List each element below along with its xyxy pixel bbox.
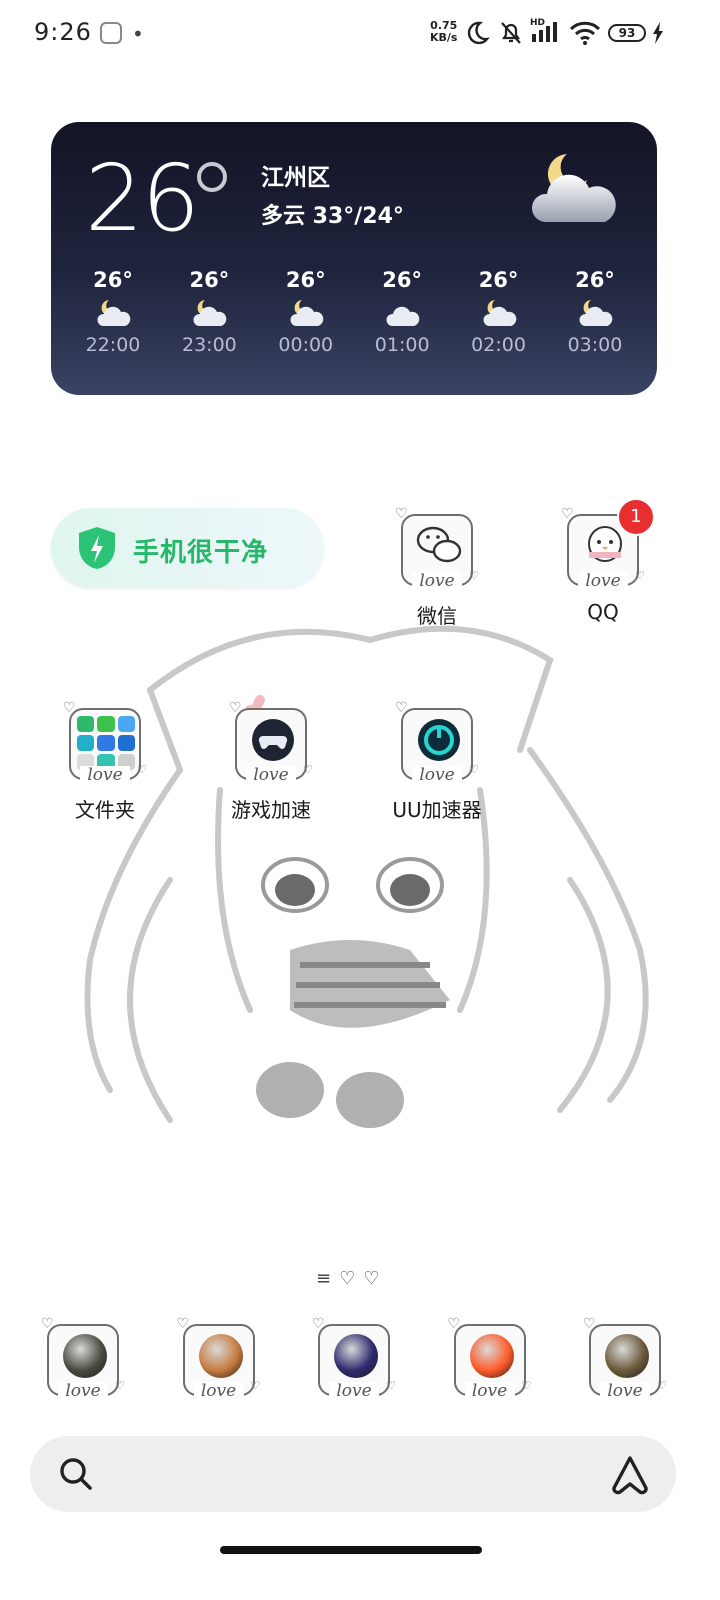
ai-assistant-icon[interactable]	[608, 1452, 652, 1496]
partly-cloudy-night-icon	[161, 292, 257, 334]
dock-app-3[interactable]: ♡ ♡ love	[299, 1316, 409, 1401]
current-temperature: 26	[85, 145, 200, 252]
menu-icon: ≡	[316, 1268, 340, 1289]
app-folder[interactable]: ♡ ♡ love 文件夹	[50, 700, 160, 823]
app-icon-frame: ♡ ♡ love	[41, 1316, 125, 1401]
network-speed: 0.75 KB/s	[430, 19, 458, 44]
app-icon-frame: ♡ ♡ love	[395, 700, 479, 785]
cloud-icon	[354, 292, 450, 334]
wifi-icon	[569, 21, 601, 45]
app-icon-frame: ♡ ♡ love 1	[561, 498, 655, 590]
more-notifications-dot: •	[132, 22, 144, 46]
dont-starve-icon	[198, 1334, 243, 1378]
notification-badge: 1	[617, 498, 655, 536]
hourly-temp: 26°	[189, 268, 230, 292]
weather-location: 江州区	[261, 165, 330, 191]
shield-icon	[79, 527, 115, 569]
soldier-game-icon	[63, 1334, 107, 1378]
partly-cloudy-night-icon	[65, 292, 161, 334]
uu-power-icon	[418, 719, 460, 761]
cube-game-icon	[334, 1334, 378, 1378]
app-icon-frame: ♡ ♡ love	[229, 700, 313, 785]
kuaishou-icon	[469, 1334, 514, 1378]
partly-cloudy-night-icon	[451, 292, 547, 334]
app-icon-frame: ♡ ♡ love	[312, 1316, 396, 1401]
cell-signal-icon: HD	[530, 18, 564, 44]
battle-game-icon	[605, 1334, 649, 1378]
hourly-temp: 26°	[285, 268, 326, 292]
hourly-time: 02:00	[471, 334, 526, 356]
notification-app-icon	[100, 22, 122, 44]
hourly-item: 26° 03:00	[547, 268, 643, 356]
app-label: UU加速器	[392, 798, 482, 822]
hourly-item: 26° 02:00	[451, 268, 547, 356]
hourly-item: 26° 22:00	[65, 268, 161, 356]
app-icon-frame: ♡ ♡ love	[395, 506, 479, 591]
battery-indicator: 93	[608, 24, 646, 42]
wechat-icon	[416, 526, 462, 563]
app-label: 游戏加速	[231, 798, 311, 822]
status-bar: 9:26 • 0.75 KB/s HD 93	[0, 0, 720, 64]
hourly-time: 03:00	[567, 334, 623, 356]
partly-cloudy-night-icon	[547, 292, 643, 334]
degree-symbol	[197, 162, 227, 192]
hourly-item: 26° 23:00	[161, 268, 257, 356]
hourly-time: 23:00	[182, 334, 237, 356]
dock-app-1[interactable]: ♡ ♡ love	[28, 1316, 138, 1401]
app-wechat[interactable]: ♡ ♡ love 微信	[382, 506, 492, 629]
home-gesture-bar[interactable]	[220, 1546, 482, 1554]
hourly-time: 01:00	[374, 334, 430, 356]
app-uu-accelerator[interactable]: ♡ ♡ love UU加速器	[382, 700, 492, 823]
clean-status-label: 手机很干净	[133, 538, 269, 568]
weather-description: 多云 33°/24°	[261, 204, 404, 229]
hourly-temp: 26°	[575, 268, 615, 292]
hourly-temp: 26°	[478, 268, 519, 292]
app-game-boost[interactable]: ♡ ♡ love 游戏加速	[216, 700, 326, 823]
app-qq[interactable]: ♡ ♡ love 1 QQ	[548, 498, 658, 624]
page-dots: ♡♡	[339, 1268, 388, 1289]
search-input[interactable]	[114, 1454, 598, 1496]
phone-clean-widget[interactable]: 手机很干净	[51, 508, 324, 588]
hourly-temp: 26°	[93, 268, 133, 292]
mute-bell-icon	[501, 22, 521, 44]
folder-preview-grid	[77, 716, 135, 770]
dock-app-2[interactable]: ♡ ♡ love	[164, 1316, 274, 1401]
search-bar[interactable]	[30, 1436, 676, 1512]
search-icon	[60, 1458, 92, 1490]
hourly-item: 26° 00:00	[258, 268, 354, 356]
dock-app-5[interactable]: ♡ ♡ love	[570, 1316, 680, 1401]
app-icon-frame: ♡ ♡ love	[583, 1316, 667, 1401]
app-label: 文件夹	[75, 798, 135, 822]
moon-icon	[467, 21, 490, 45]
gamepad-icon	[252, 719, 294, 761]
page-indicator[interactable]: ≡♡♡	[316, 1268, 387, 1289]
status-time: 9:26	[34, 18, 92, 46]
hourly-forecast: 26° 22:00 26° 23:00 26° 00:00 26° 01:00 26° 02:00…	[65, 268, 643, 356]
hourly-time: 00:00	[278, 334, 334, 356]
dock-app-4[interactable]: ♡ ♡ love	[435, 1316, 545, 1401]
partly-cloudy-night-icon	[258, 292, 354, 334]
hourly-time: 22:00	[85, 334, 141, 356]
wallpaper-illustration	[84, 625, 649, 1128]
app-icon-frame: ♡ ♡ love	[176, 1316, 261, 1401]
weather-widget[interactable]: 26 江州区 多云 33°/24° 26° 22:00 26° 23:00 26° 00:…	[51, 122, 657, 395]
hourly-temp: 26°	[382, 268, 423, 292]
partly-cloudy-night-icon	[531, 154, 616, 222]
app-icon-frame: ♡ ♡ love	[447, 1316, 532, 1401]
hourly-item: 26° 01:00	[354, 268, 450, 356]
charging-icon	[653, 22, 663, 44]
folder-frame: ♡ ♡ love	[63, 700, 147, 785]
